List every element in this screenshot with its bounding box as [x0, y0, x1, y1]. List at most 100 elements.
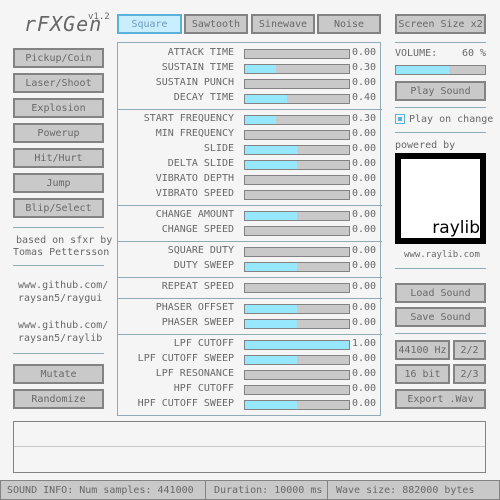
param-row-lpf-resonance[interactable]: LPF RESONANCE 0.00 — [118, 367, 382, 382]
param-value: 0.00 — [352, 77, 377, 88]
param-slider[interactable] — [244, 175, 350, 185]
param-row-square-duty[interactable]: SQUARE DUTY 0.00 — [118, 244, 382, 259]
jump-button[interactable]: Jump — [13, 173, 104, 193]
param-slider[interactable] — [244, 304, 350, 314]
param-value: 0.00 — [352, 128, 377, 139]
param-row-hpf-cutoff-sweep[interactable]: HPF CUTOFF SWEEP 0.00 — [118, 397, 382, 412]
param-row-sustain-time[interactable]: SUSTAIN TIME 0.30 — [118, 61, 382, 76]
raylib-url[interactable]: www.raylib.com — [404, 250, 480, 260]
param-slider[interactable] — [244, 79, 350, 89]
save-sound-button[interactable]: Save Sound — [395, 307, 486, 327]
raygui-link-line1[interactable]: www.github.com/ — [18, 280, 108, 291]
export-wav-button[interactable]: Export .Wav — [395, 389, 486, 409]
param-label: VIBRATO DEPTH — [155, 173, 234, 184]
param-label: DECAY TIME — [173, 92, 234, 103]
param-row-lpf-cutoff[interactable]: LPF CUTOFF 1.00 — [118, 337, 382, 352]
param-slider[interactable] — [244, 160, 350, 170]
params-divider — [118, 334, 382, 335]
param-slider[interactable] — [244, 49, 350, 59]
param-value: 0.00 — [352, 143, 377, 154]
mutate-button[interactable]: Mutate — [13, 364, 104, 384]
param-slider[interactable] — [244, 226, 350, 236]
param-row-hpf-cutoff[interactable]: HPF CUTOFF 0.00 — [118, 382, 382, 397]
param-row-slide[interactable]: SLIDE 0.00 — [118, 142, 382, 157]
waveform-display — [13, 421, 486, 473]
param-slider[interactable] — [244, 211, 350, 221]
param-row-attack-time[interactable]: ATTACK TIME 0.00 — [118, 46, 382, 61]
param-label: LPF CUTOFF SWEEP — [137, 353, 234, 364]
param-row-start-frequency[interactable]: START FREQUENCY 0.30 — [118, 112, 382, 127]
credits-sfxr-line1: based on sfxr by — [16, 235, 113, 246]
tab-noise[interactable]: Noise — [317, 14, 381, 34]
param-value: 0.00 — [352, 281, 377, 292]
params-panel: ATTACK TIME 0.00 SUSTAIN TIME 0.30 SUSTAIN… — [117, 42, 382, 416]
sample-rate-toggle[interactable]: 2/2 — [453, 340, 486, 360]
param-slider-fill — [245, 356, 297, 364]
param-slider[interactable] — [244, 400, 350, 410]
screen-size-button[interactable]: Screen Size x2 — [395, 14, 486, 34]
tab-square[interactable]: Square — [117, 14, 182, 34]
bit-depth-toggle[interactable]: 2/3 — [453, 364, 486, 384]
param-row-decay-time[interactable]: DECAY TIME 0.40 — [118, 91, 382, 106]
param-row-sustain-punch[interactable]: SUSTAIN PUNCH 0.00 — [118, 76, 382, 91]
param-slider[interactable] — [244, 145, 350, 155]
param-value: 0.00 — [352, 245, 377, 256]
param-value: 0.00 — [352, 188, 377, 199]
params-divider — [118, 298, 382, 299]
param-slider[interactable] — [244, 130, 350, 140]
raylib-logo[interactable]: raylib — [395, 153, 486, 244]
load-sound-button[interactable]: Load Sound — [395, 283, 486, 303]
tab-sinewave[interactable]: Sinewave — [251, 14, 315, 34]
volume-slider-fill — [396, 66, 450, 74]
param-row-lpf-cutoff-sweep[interactable]: LPF CUTOFF SWEEP 0.00 — [118, 352, 382, 367]
raylib-link-line1[interactable]: www.github.com/ — [18, 320, 108, 331]
play-on-change-checkbox[interactable] — [395, 114, 405, 124]
volume-slider[interactable] — [395, 65, 486, 75]
blip-select-button[interactable]: Blip/Select — [13, 198, 104, 218]
param-value: 0.00 — [352, 353, 377, 364]
param-slider[interactable] — [244, 190, 350, 200]
param-slider[interactable] — [244, 247, 350, 257]
raygui-link-line2[interactable]: raysan5/raygui — [18, 293, 102, 304]
param-label: CHANGE SPEED — [161, 224, 234, 235]
play-sound-button[interactable]: Play Sound — [395, 81, 486, 101]
param-value: 0.00 — [352, 398, 377, 409]
tab-sawtooth[interactable]: Sawtooth — [184, 14, 248, 34]
param-value: 0.00 — [352, 209, 377, 220]
status-duration: Duration: 10000 ms — [205, 480, 328, 500]
param-slider[interactable] — [244, 319, 350, 329]
bit-depth-button[interactable]: 16 bit — [395, 364, 450, 384]
right-divider-3 — [395, 132, 486, 133]
param-slider[interactable] — [244, 64, 350, 74]
sample-rate-button[interactable]: 44100 Hz — [395, 340, 450, 360]
param-row-phaser-offset[interactable]: PHASER OFFSET 0.00 — [118, 301, 382, 316]
param-row-phaser-sweep[interactable]: PHASER SWEEP 0.00 — [118, 316, 382, 331]
randomize-button[interactable]: Randomize — [13, 389, 104, 409]
param-row-change-amount[interactable]: CHANGE AMOUNT 0.00 — [118, 208, 382, 223]
explosion-button[interactable]: Explosion — [13, 98, 104, 118]
param-slider[interactable] — [244, 385, 350, 395]
param-row-vibrato-speed[interactable]: VIBRATO SPEED 0.00 — [118, 187, 382, 202]
param-row-min-frequency[interactable]: MIN FREQUENCY 0.00 — [118, 127, 382, 142]
hit-hurt-button[interactable]: Hit/Hurt — [13, 148, 104, 168]
param-slider-fill — [245, 212, 297, 220]
powerup-button[interactable]: Powerup — [13, 123, 104, 143]
param-row-delta-slide[interactable]: DELTA SLIDE 0.00 — [118, 157, 382, 172]
param-label: ATTACK TIME — [167, 47, 234, 58]
param-label: DELTA SLIDE — [167, 158, 234, 169]
param-row-change-speed[interactable]: CHANGE SPEED 0.00 — [118, 223, 382, 238]
laser-shoot-button[interactable]: Laser/Shoot — [13, 73, 104, 93]
param-slider[interactable] — [244, 94, 350, 104]
param-row-duty-sweep[interactable]: DUTY SWEEP 0.00 — [118, 259, 382, 274]
param-row-repeat-speed[interactable]: REPEAT SPEED 0.00 — [118, 280, 382, 295]
param-slider[interactable] — [244, 115, 350, 125]
param-slider[interactable] — [244, 355, 350, 365]
param-slider[interactable] — [244, 283, 350, 293]
param-slider[interactable] — [244, 340, 350, 350]
volume-label: VOLUME: — [395, 48, 438, 59]
param-row-vibrato-depth[interactable]: VIBRATO DEPTH 0.00 — [118, 172, 382, 187]
raylib-link-line2[interactable]: raysan5/raylib — [18, 333, 102, 344]
pickup-coin-button[interactable]: Pickup/Coin — [13, 48, 104, 68]
param-slider[interactable] — [244, 370, 350, 380]
param-slider[interactable] — [244, 262, 350, 272]
